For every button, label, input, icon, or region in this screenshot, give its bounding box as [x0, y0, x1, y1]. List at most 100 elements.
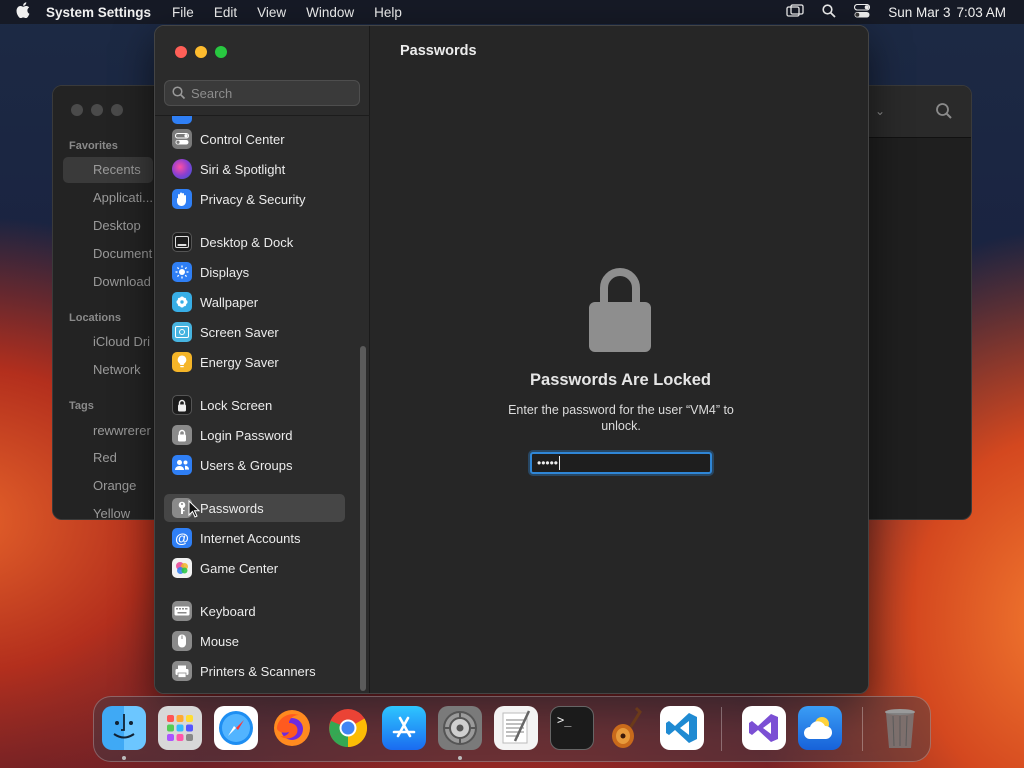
dock-separator: [862, 707, 863, 751]
printer-icon: [172, 661, 192, 681]
sidebar-item-lock-screen[interactable]: Lock Screen: [164, 391, 345, 419]
weather-icon[interactable]: [798, 706, 842, 750]
sidebar-item-printers-scanners[interactable]: Printers & Scanners: [164, 657, 345, 685]
finder-item-applications[interactable]: Applicati...: [93, 190, 153, 205]
finder-section-tags: Tags: [69, 400, 94, 412]
sidebar-item-siri-spotlight[interactable]: Siri & Spotlight: [164, 155, 345, 183]
page-title: Passwords: [400, 43, 477, 59]
finder-item-recents[interactable]: Recents: [63, 157, 153, 183]
garageband-icon[interactable]: [606, 706, 650, 750]
minimize-button[interactable]: [195, 46, 207, 58]
sidebar-item-control-center[interactable]: Control Center: [164, 125, 345, 153]
sidebar-item-label: Desktop & Dock: [200, 234, 294, 250]
bulb-icon: [172, 352, 192, 372]
sidebar-item-users-groups[interactable]: Users & Groups: [164, 451, 345, 479]
sun-icon: [172, 262, 192, 282]
search-field[interactable]: [164, 80, 360, 106]
dock-separator: [721, 707, 722, 751]
apple-menu-icon[interactable]: [0, 2, 46, 22]
finder-item-downloads[interactable]: Download: [93, 274, 151, 289]
chrome-icon[interactable]: [326, 706, 370, 750]
password-field[interactable]: •••••: [530, 452, 712, 474]
control-center-icon: [172, 129, 192, 149]
sidebar-item-label: Energy Saver: [200, 354, 279, 370]
sidebar-scrollbar[interactable]: [360, 346, 366, 691]
at-icon: @: [172, 528, 192, 548]
finder-item-desktop[interactable]: Desktop: [93, 218, 141, 233]
settings-sidebar: Control Center Siri & Spotlight Privacy …: [155, 26, 370, 693]
passwords-pane: Passwords Passwords Are Locked Enter the…: [371, 26, 868, 693]
sidebar-item-displays[interactable]: Displays: [164, 258, 345, 286]
screen-mirroring-icon[interactable]: [786, 3, 804, 21]
finder-item-icloud[interactable]: iCloud Dri: [93, 334, 150, 349]
settings-nav-list: Control Center Siri & Spotlight Privacy …: [155, 116, 370, 693]
sidebar-item-label: Users & Groups: [200, 457, 293, 473]
sidebar-item-label: Keyboard: [200, 603, 256, 619]
launchpad-icon[interactable]: [158, 706, 202, 750]
terminal-icon[interactable]: >_: [550, 706, 594, 750]
sidebar-item-energy-saver[interactable]: Energy Saver: [164, 348, 345, 376]
close-button[interactable]: [175, 46, 187, 58]
sidebar-item-privacy-security[interactable]: Privacy & Security: [164, 185, 345, 213]
sidebar-item-label: Lock Screen: [200, 397, 273, 413]
trash-icon[interactable]: [878, 706, 922, 750]
finder-tag-item[interactable]: rewwrerer: [93, 423, 151, 438]
menu-date[interactable]: Sun Mar 3: [888, 5, 950, 20]
finder-close-button[interactable]: [71, 104, 83, 116]
users-icon: [172, 455, 192, 475]
password-value: •••••: [537, 456, 559, 470]
menu-time[interactable]: 7:03 AM: [956, 5, 1006, 20]
control-center-menu-icon[interactable]: [854, 3, 871, 21]
visual-studio-icon[interactable]: [742, 706, 786, 750]
sidebar-item-label: Control Center: [200, 131, 285, 147]
finder-tag-orange[interactable]: Orange: [93, 478, 136, 493]
sidebar-item-label: Wallpaper: [200, 294, 259, 310]
sidebar-item-keyboard[interactable]: Keyboard: [164, 597, 345, 625]
finder-running-indicator: [122, 756, 126, 760]
dock-icon: [172, 232, 192, 252]
finder-minimize-button[interactable]: [91, 104, 103, 116]
finder-icon[interactable]: [102, 706, 146, 750]
sidebar-item-label: Displays: [200, 264, 250, 280]
lock-icon: [589, 264, 651, 354]
sidebar-item-desktop-dock[interactable]: Desktop & Dock: [164, 228, 345, 256]
menu-edit[interactable]: Edit: [214, 5, 237, 20]
flower-icon: [172, 292, 192, 312]
menu-file[interactable]: File: [172, 5, 194, 20]
sidebar-item-login-password[interactable]: Login Password: [164, 421, 345, 449]
dock: >_: [93, 696, 931, 762]
sidebar-item-mouse[interactable]: Mouse: [164, 627, 345, 655]
sidebar-item-label: Game Center: [200, 560, 279, 576]
finder-item-documents[interactable]: Document: [93, 246, 152, 261]
menu-window[interactable]: Window: [306, 5, 354, 20]
textedit-icon[interactable]: [494, 706, 538, 750]
app-store-icon[interactable]: [382, 706, 426, 750]
sidebar-item-label: Internet Accounts: [200, 530, 301, 546]
sidebar-item-label: Privacy & Security: [200, 191, 306, 207]
menu-bar: System Settings File Edit View Window He…: [0, 0, 1024, 24]
finder-tag-red[interactable]: Red: [93, 450, 117, 465]
sidebar-item-label: Passwords: [200, 500, 264, 516]
safari-icon[interactable]: [214, 706, 258, 750]
sidebar-item-wallpaper[interactable]: Wallpaper: [164, 288, 345, 316]
spotlight-search-icon[interactable]: [822, 3, 836, 21]
search-icon: [172, 86, 186, 105]
siri-icon: [172, 159, 192, 179]
search-input[interactable]: [191, 85, 351, 101]
menu-app-name[interactable]: System Settings: [46, 5, 151, 20]
game-center-icon: [172, 558, 192, 578]
finder-item-network[interactable]: Network: [93, 362, 141, 377]
vscode-icon[interactable]: [660, 706, 704, 750]
system-settings-icon[interactable]: [438, 706, 482, 750]
finder-tag-yellow[interactable]: Yellow: [93, 506, 130, 519]
finder-search-icon[interactable]: [935, 102, 953, 120]
menu-help[interactable]: Help: [374, 5, 402, 20]
zoom-button[interactable]: [215, 46, 227, 58]
menu-view[interactable]: View: [257, 5, 286, 20]
finder-zoom-button[interactable]: [111, 104, 123, 116]
sidebar-item-screen-saver[interactable]: Screen Saver: [164, 318, 345, 346]
sidebar-item-game-center[interactable]: Game Center: [164, 554, 345, 582]
sidebar-item-internet-accounts[interactable]: @ Internet Accounts: [164, 524, 345, 552]
chevron-down-icon[interactable]: ⌄: [875, 104, 885, 118]
firefox-icon[interactable]: [270, 706, 314, 750]
